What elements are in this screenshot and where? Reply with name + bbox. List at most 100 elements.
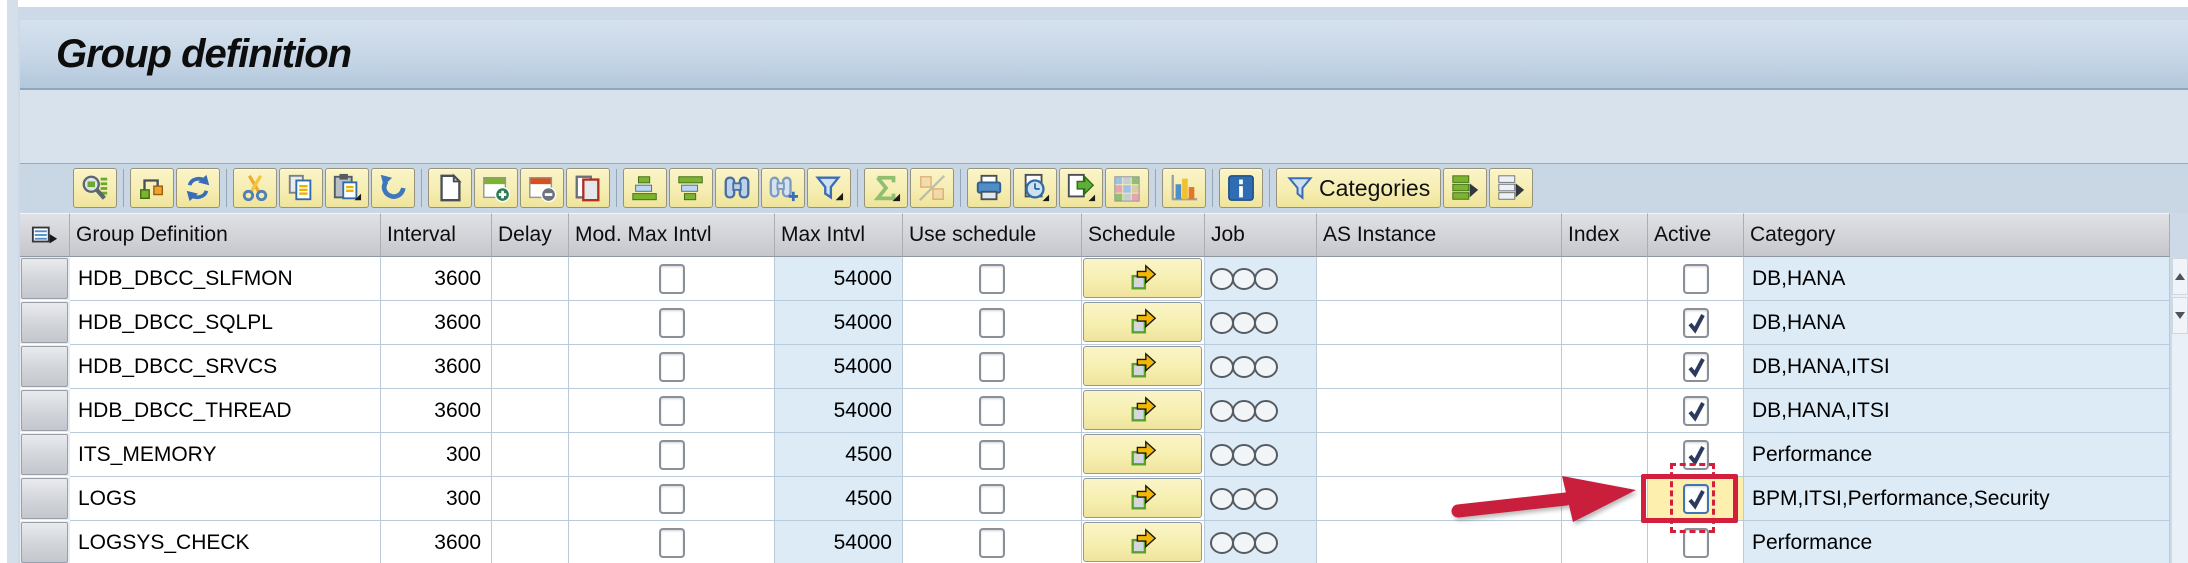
as-instance-cell[interactable]: [1317, 389, 1562, 433]
index-cell[interactable]: [1562, 301, 1648, 345]
job-cell[interactable]: [1205, 345, 1317, 389]
export-button[interactable]: [1059, 168, 1103, 208]
use-schedule-checkbox[interactable]: [979, 264, 1005, 294]
group-name-cell[interactable]: HDB_DBCC_SRVCS: [70, 345, 381, 389]
cut-button[interactable]: [233, 168, 277, 208]
job-cell[interactable]: [1205, 477, 1317, 521]
schedule-button[interactable]: [1083, 434, 1202, 474]
filter-button[interactable]: [807, 168, 851, 208]
column-header-max-intvl[interactable]: Max Intvl: [775, 213, 903, 257]
as-instance-cell[interactable]: [1317, 345, 1562, 389]
find-button[interactable]: [715, 168, 759, 208]
row-selector-button[interactable]: [21, 522, 68, 563]
column-header-category[interactable]: Category: [1744, 213, 2170, 257]
column-header-active[interactable]: Active: [1648, 213, 1744, 257]
group-name-cell[interactable]: HDB_DBCC_THREAD: [70, 389, 381, 433]
index-cell[interactable]: [1562, 345, 1648, 389]
use-schedule-checkbox[interactable]: [979, 528, 1005, 558]
info-button[interactable]: [1219, 168, 1263, 208]
scroll-up-button[interactable]: [2172, 258, 2188, 295]
column-header-index[interactable]: Index: [1562, 213, 1648, 257]
mod-max-intvl-checkbox[interactable]: [659, 264, 685, 294]
delay-cell[interactable]: [492, 521, 569, 563]
use-schedule-checkbox[interactable]: [979, 352, 1005, 382]
schedule-button[interactable]: [1083, 302, 1202, 342]
assign-button[interactable]: [130, 168, 174, 208]
schedule-button[interactable]: [1083, 522, 1202, 562]
mod-max-intvl-checkbox[interactable]: [659, 352, 685, 382]
interval-cell[interactable]: 300: [381, 433, 492, 477]
sort-ascending-button[interactable]: [623, 168, 667, 208]
vertical-scrollbar[interactable]: [2172, 258, 2188, 563]
use-schedule-checkbox[interactable]: [979, 440, 1005, 470]
delay-cell[interactable]: [492, 433, 569, 477]
delete-row-button[interactable]: [520, 168, 564, 208]
delay-cell[interactable]: [492, 477, 569, 521]
scroll-down-button[interactable]: [2172, 297, 2188, 334]
as-instance-cell[interactable]: [1317, 257, 1562, 301]
row-selector-button[interactable]: [21, 258, 68, 299]
sort-descending-button[interactable]: [669, 168, 713, 208]
mod-max-intvl-checkbox[interactable]: [659, 308, 685, 338]
interval-cell[interactable]: 300: [381, 477, 492, 521]
mod-max-intvl-checkbox[interactable]: [659, 396, 685, 426]
column-header-interval[interactable]: Interval: [381, 213, 492, 257]
apply-white-button[interactable]: [1489, 168, 1533, 208]
group-name-cell[interactable]: LOGSYS_CHECK: [70, 521, 381, 563]
job-cell[interactable]: [1205, 257, 1317, 301]
column-header-as-instance[interactable]: AS Instance: [1317, 213, 1562, 257]
row-selector-button[interactable]: [21, 390, 68, 431]
group-name-cell[interactable]: HDB_DBCC_SQLPL: [70, 301, 381, 345]
categories-button[interactable]: Categories: [1276, 168, 1441, 208]
active-checkbox[interactable]: [1683, 264, 1709, 294]
active-checkbox[interactable]: [1683, 308, 1709, 338]
group-name-cell[interactable]: ITS_MEMORY: [70, 433, 381, 477]
as-instance-cell[interactable]: [1317, 301, 1562, 345]
undo-button[interactable]: [371, 168, 415, 208]
choose-detail-button[interactable]: [73, 168, 117, 208]
index-cell[interactable]: [1562, 389, 1648, 433]
job-cell[interactable]: [1205, 301, 1317, 345]
apply-green-button[interactable]: [1443, 168, 1487, 208]
column-header-use-schedule[interactable]: Use schedule: [903, 213, 1082, 257]
refresh-button[interactable]: [176, 168, 220, 208]
group-name-cell[interactable]: LOGS: [70, 477, 381, 521]
subtotal-button[interactable]: [910, 168, 954, 208]
interval-cell[interactable]: 3600: [381, 389, 492, 433]
job-cell[interactable]: [1205, 389, 1317, 433]
interval-cell[interactable]: 3600: [381, 257, 492, 301]
index-cell[interactable]: [1562, 257, 1648, 301]
group-name-cell[interactable]: HDB_DBCC_SLFMON: [70, 257, 381, 301]
column-header-group-definition[interactable]: Group Definition: [70, 213, 381, 257]
delay-cell[interactable]: [492, 257, 569, 301]
schedule-button[interactable]: [1083, 478, 1202, 518]
mod-max-intvl-checkbox[interactable]: [659, 440, 685, 470]
create-entry-button[interactable]: [428, 168, 472, 208]
copy-as-button[interactable]: [566, 168, 610, 208]
use-schedule-checkbox[interactable]: [979, 396, 1005, 426]
column-header-job[interactable]: Job: [1205, 213, 1317, 257]
row-selector-button[interactable]: [21, 434, 68, 475]
find-next-button[interactable]: [761, 168, 805, 208]
sum-button[interactable]: [864, 168, 908, 208]
delay-cell[interactable]: [492, 389, 569, 433]
choose-layout-button[interactable]: [1105, 168, 1149, 208]
delay-cell[interactable]: [492, 345, 569, 389]
row-selector-button[interactable]: [21, 302, 68, 343]
insert-row-button[interactable]: [474, 168, 518, 208]
row-selector-button[interactable]: [21, 346, 68, 387]
column-header-mod-max-intvl[interactable]: Mod. Max Intvl: [569, 213, 775, 257]
interval-cell[interactable]: 3600: [381, 301, 492, 345]
column-header-delay[interactable]: Delay: [492, 213, 569, 257]
select-all-header[interactable]: [20, 213, 70, 257]
column-header-schedule[interactable]: Schedule: [1082, 213, 1205, 257]
graphic-button[interactable]: [1162, 168, 1206, 208]
row-selector-button[interactable]: [21, 478, 68, 519]
active-checkbox[interactable]: [1683, 352, 1709, 382]
job-cell[interactable]: [1205, 433, 1317, 477]
use-schedule-checkbox[interactable]: [979, 308, 1005, 338]
interval-cell[interactable]: 3600: [381, 345, 492, 389]
schedule-button[interactable]: [1083, 346, 1202, 386]
paste-button[interactable]: [325, 168, 369, 208]
copy-button[interactable]: [279, 168, 323, 208]
